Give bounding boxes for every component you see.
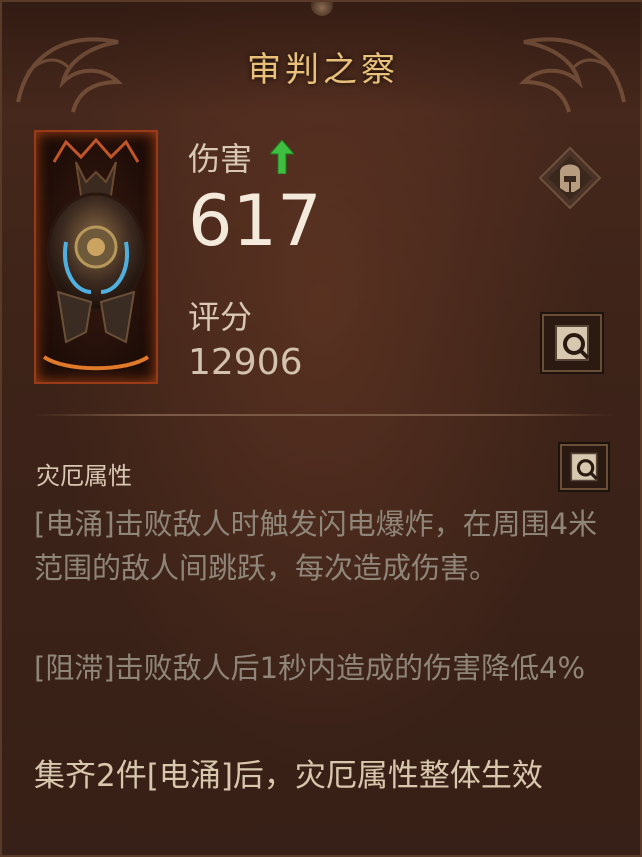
item-tooltip-panel: 审判之察 伤害 617 评分 12906 灾厄属性 [电涌]击败敌人时触发闪电爆… <box>0 0 642 857</box>
section-divider <box>32 414 614 416</box>
helmet-icon <box>42 137 150 371</box>
item-portrait-card[interactable] <box>34 130 158 384</box>
helmet-slot-icon <box>538 146 602 210</box>
damage-label: 伤害 <box>188 140 253 178</box>
damage-value: 617 <box>188 180 322 262</box>
affix-section-title: 灾厄属性 <box>36 462 132 490</box>
inspect-button[interactable] <box>540 312 604 374</box>
affix-inspect-button[interactable] <box>558 442 610 492</box>
set-bonus-text: 集齐2件[电涌]后，灾厄属性整体生效 <box>34 758 543 794</box>
affix-description-surge: [电涌]击败敌人时触发闪电爆炸，在周围4米范围的敌人间跳跃，每次造成伤害。 <box>34 507 598 585</box>
score-label: 评分 <box>188 298 253 336</box>
magnifier-scroll-icon <box>555 325 590 361</box>
item-name: 审判之察 <box>247 50 399 90</box>
magnifier-scroll-icon <box>570 452 598 482</box>
green-up-arrow-icon <box>270 140 294 174</box>
score-value: 12906 <box>188 342 303 383</box>
affix-description-hinder: [阻滞]击败敌人后1秒内造成的伤害降低4% <box>34 651 586 685</box>
